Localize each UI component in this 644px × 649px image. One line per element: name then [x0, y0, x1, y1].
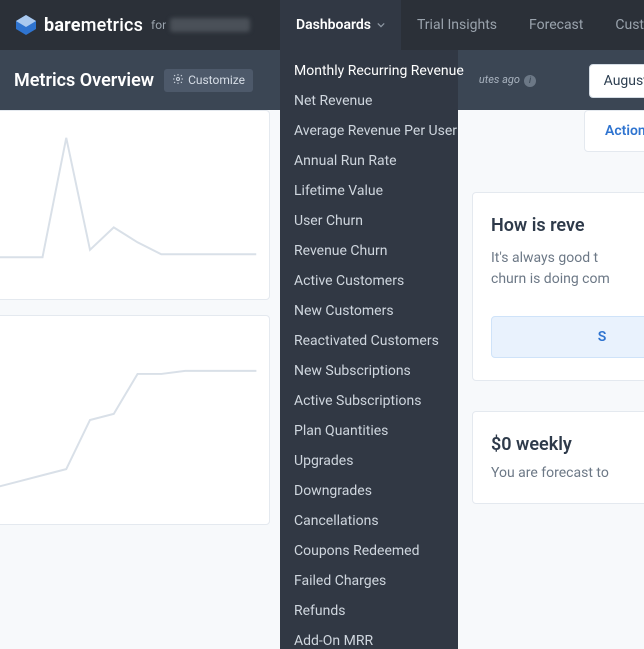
dd-item-active-subscriptions[interactable]: Active Subscriptions	[280, 386, 458, 416]
dd-item-user-churn[interactable]: User Churn	[280, 206, 458, 236]
nav-customers[interactable]: Customers	[599, 0, 644, 50]
sparkline-2	[0, 316, 269, 524]
dd-item-upgrades[interactable]: Upgrades	[280, 446, 458, 476]
right-panel: Actions (3 How is reve It's always good …	[472, 110, 644, 504]
info-card-body: It's always good t churn is doing com	[491, 248, 644, 290]
forecast-card: $0 weekly You are forecast to	[472, 411, 644, 504]
dd-item-new-subscriptions[interactable]: New Subscriptions	[280, 356, 458, 386]
dd-item-cancellations[interactable]: Cancellations	[280, 506, 458, 536]
forecast-card-title: $0 weekly	[491, 434, 644, 455]
date-range-picker[interactable]: August 12, 20	[589, 64, 644, 98]
dd-item-addon-mrr[interactable]: Add-On MRR	[280, 626, 458, 649]
company-name-blurred	[170, 18, 250, 32]
dd-item-refunds[interactable]: Refunds	[280, 596, 458, 626]
dd-item-mrr[interactable]: Monthly Recurring Revenue	[280, 56, 458, 86]
info-card-title: How is reve	[491, 215, 644, 236]
nav-dashboards[interactable]: Dashboards	[280, 0, 401, 50]
dd-item-arpu[interactable]: Average Revenue Per User	[280, 116, 458, 146]
dd-item-reactivated-customers[interactable]: Reactivated Customers	[280, 326, 458, 356]
nav-forecast-label: Forecast	[529, 17, 583, 33]
customize-label: Customize	[188, 73, 245, 87]
logo-icon	[14, 13, 38, 37]
info-icon[interactable]: i	[524, 75, 536, 87]
brand-name: baremetrics	[44, 15, 143, 36]
dd-item-net-revenue[interactable]: Net Revenue	[280, 86, 458, 116]
chart-card-1[interactable]	[0, 110, 270, 300]
for-label: for	[151, 18, 166, 32]
page-title: Metrics Overview	[14, 70, 154, 91]
chart-card-2[interactable]: ate	[0, 315, 270, 525]
nav-customers-label: Customers	[615, 17, 644, 33]
dd-item-coupons-redeemed[interactable]: Coupons Redeemed	[280, 536, 458, 566]
customize-button[interactable]: Customize	[164, 69, 253, 92]
info-card-button[interactable]: S	[491, 316, 644, 358]
top-navigation: baremetrics for Dashboards Trial Insight…	[0, 0, 644, 50]
dd-item-downgrades[interactable]: Downgrades	[280, 476, 458, 506]
last-updated-text: utes agoi	[479, 73, 536, 87]
nav-items: Dashboards Trial Insights Forecast Custo…	[280, 0, 644, 50]
actions-button[interactable]: Actions (3	[584, 110, 644, 152]
info-card: How is reve It's always good t churn is …	[472, 192, 644, 381]
dd-item-ltv[interactable]: Lifetime Value	[280, 176, 458, 206]
dd-item-active-customers[interactable]: Active Customers	[280, 266, 458, 296]
nav-trial-insights-label: Trial Insights	[417, 17, 497, 33]
chevron-down-icon	[377, 17, 385, 33]
sparkline-1	[0, 111, 269, 299]
nav-trial-insights[interactable]: Trial Insights	[401, 0, 513, 50]
nav-forecast[interactable]: Forecast	[513, 0, 599, 50]
dd-item-arr[interactable]: Annual Run Rate	[280, 146, 458, 176]
dd-item-plan-quantities[interactable]: Plan Quantities	[280, 416, 458, 446]
nav-dashboards-label: Dashboards	[296, 17, 371, 33]
dd-item-revenue-churn[interactable]: Revenue Churn	[280, 236, 458, 266]
dashboards-dropdown: Monthly Recurring Revenue Net Revenue Av…	[280, 50, 458, 649]
dd-item-failed-charges[interactable]: Failed Charges	[280, 566, 458, 596]
gear-icon	[172, 73, 184, 88]
forecast-card-body: You are forecast to	[491, 465, 644, 481]
dd-item-new-customers[interactable]: New Customers	[280, 296, 458, 326]
